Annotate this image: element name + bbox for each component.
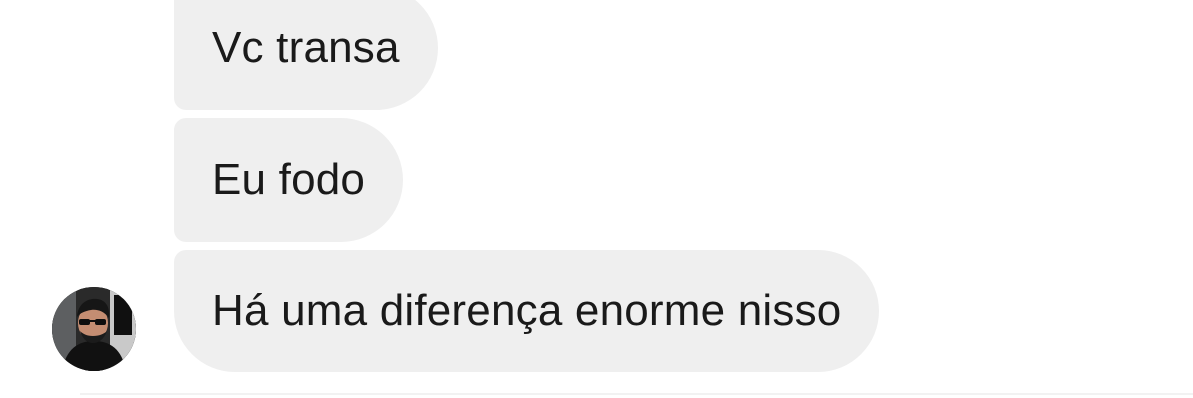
sender-avatar[interactable]	[52, 287, 136, 371]
message-bubble[interactable]: Eu fodo	[174, 118, 404, 242]
message-text: Há uma diferença enorme nisso	[212, 286, 842, 335]
message-bubble[interactable]: Vc transa	[174, 0, 438, 110]
chat-thread: Vc transa Eu fodo Há uma diferença enorm…	[0, 0, 1193, 398]
thread-divider	[80, 393, 1193, 395]
user-photo-avatar-icon	[52, 287, 136, 371]
message-text: Vc transa	[212, 23, 400, 72]
message-text: Eu fodo	[212, 155, 366, 204]
message-bubble[interactable]: Há uma diferença enorme nisso	[174, 250, 880, 372]
